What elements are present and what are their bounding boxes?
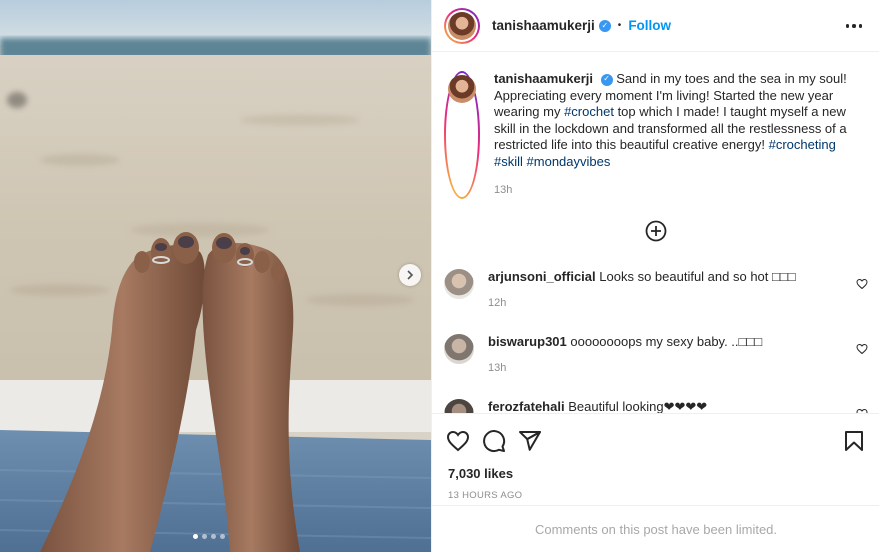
more-options-icon[interactable]: [842, 14, 866, 38]
post-dialog: tanishaamukerji ✓ • Follow tanishaamuker…: [0, 0, 879, 552]
carousel-indicator: [193, 534, 225, 539]
beach-feet-image: [0, 0, 431, 552]
chevron-right-icon: [407, 270, 414, 280]
avatar[interactable]: [444, 399, 474, 413]
avatar[interactable]: [444, 269, 474, 299]
avatar[interactable]: [444, 71, 480, 199]
post-header: tanishaamukerji ✓ • Follow: [432, 0, 879, 52]
post-photo[interactable]: [0, 0, 431, 552]
hashtag-link[interactable]: #crochet: [564, 104, 614, 119]
next-photo-button[interactable]: [399, 264, 421, 286]
post-side-panel: tanishaamukerji ✓ • Follow tanishaamuker…: [431, 0, 879, 552]
comment-username[interactable]: ferozfatehali: [488, 399, 565, 413]
comment-username[interactable]: biswarup301: [488, 334, 567, 349]
hashtag-link[interactable]: #crocheting: [769, 137, 836, 152]
carousel-dot: [211, 534, 216, 539]
hashtag-link[interactable]: #mondayvibes: [527, 154, 611, 169]
comment-text: Looks so beautiful and so hot □□□: [599, 269, 796, 284]
heart-icon[interactable]: [446, 429, 470, 453]
comments-limited-notice: Comments on this post have been limited.: [432, 505, 879, 552]
bookmark-icon[interactable]: [842, 429, 866, 453]
comments-section[interactable]: tanishaamukerji ✓ Sand in my toes and th…: [432, 53, 879, 413]
post-caption: tanishaamukerji ✓ Sand in my toes and th…: [444, 71, 864, 199]
likes-count[interactable]: 7,030 likes: [448, 466, 513, 481]
share-icon[interactable]: [518, 429, 542, 453]
header-separator: •: [617, 20, 622, 31]
follow-button[interactable]: Follow: [628, 18, 671, 33]
comment-item: arjunsoni_official Looks so beautiful an…: [444, 269, 868, 311]
verified-badge-icon: ✓: [598, 19, 611, 32]
comment-text: Beautiful looking❤❤❤❤: [568, 399, 708, 413]
avatar[interactable]: [444, 7, 480, 44]
hashtag-link[interactable]: #skill: [494, 154, 523, 169]
like-comment-heart-icon[interactable]: [856, 278, 868, 290]
caption-timestamp[interactable]: 13h: [494, 182, 864, 199]
comment-username[interactable]: arjunsoni_official: [488, 269, 596, 284]
comment-timestamp[interactable]: 12h: [488, 295, 838, 311]
comment-icon[interactable]: [482, 429, 506, 453]
verified-badge-icon: ✓: [600, 73, 613, 86]
carousel-dot: [193, 534, 198, 539]
comment-timestamp[interactable]: 13h: [488, 360, 838, 376]
like-comment-heart-icon[interactable]: [856, 343, 868, 355]
comment-item: ferozfatehali Beautiful looking❤❤❤❤: [444, 399, 868, 413]
load-more-comments-icon[interactable]: [645, 220, 667, 242]
caption-username[interactable]: tanishaamukerji: [494, 71, 593, 86]
post-timestamp[interactable]: 13 HOURS AGO: [448, 490, 522, 501]
carousel-dot: [220, 534, 225, 539]
avatar[interactable]: [444, 334, 474, 364]
carousel-dot: [202, 534, 207, 539]
comment-text: oooooooops my sexy baby. ..□□□: [570, 334, 763, 349]
header-username[interactable]: tanishaamukerji: [492, 18, 595, 33]
comment-item: biswarup301 oooooooops my sexy baby. ..□…: [444, 334, 868, 376]
post-actions: 7,030 likes 13 HOURS AGO: [432, 413, 879, 504]
